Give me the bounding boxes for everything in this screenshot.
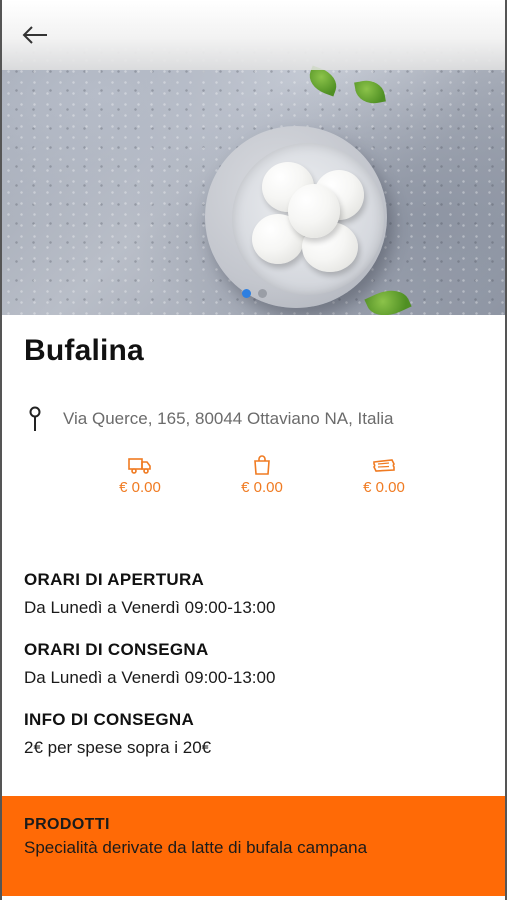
fees-row: € 0.00 € 0.00 € 0.00 [102,455,422,496]
shop-address: Via Querce, 165, 80044 Ottaviano NA, Ita… [63,409,394,428]
ticket-fee: € 0.00 [346,455,422,496]
top-bar [2,0,505,70]
bag-fee: € 0.00 [224,455,300,496]
delivery-info: INFO DI CONSEGNA 2€ per spese sopra i 20… [24,710,484,758]
shop-info: ORARI DI APERTURA Da Lunedì a Venerdì 09… [24,570,484,780]
carousel-dot-active[interactable] [242,289,251,298]
location-pin-icon [29,406,41,431]
products-subtitle: Specialità derivate da latte di bufala c… [24,838,368,857]
delivery-hours-label: ORARI DI CONSEGNA [24,640,209,659]
ticket-icon [373,459,395,472]
bag-fee-value: € 0.00 [241,479,283,496]
ticket-fee-value: € 0.00 [363,479,405,496]
opening-hours: ORARI DI APERTURA Da Lunedì a Venerdì 09… [24,570,484,618]
products-button[interactable]: PRODOTTI Specialità derivate da latte di… [2,796,505,896]
shop-name: Bufalina [24,334,144,367]
carousel-indicator [242,289,267,298]
back-button[interactable] [20,20,52,50]
address-row[interactable]: Via Querce, 165, 80044 Ottaviano NA, Ita… [27,405,393,433]
delivery-fee: € 0.00 [102,455,178,496]
delivery-fee-value: € 0.00 [119,479,161,496]
arrow-left-icon [22,26,47,44]
opening-hours-label: ORARI DI APERTURA [24,570,205,589]
shopping-bag-icon [254,455,270,475]
carousel-dot[interactable] [258,289,267,298]
products-title: PRODOTTI [24,816,110,833]
mozzarella-ball [288,184,340,238]
shop-detail-screen: Bufalina Via Querce, 165, 80044 Ottavian… [0,0,507,900]
delivery-truck-icon [128,458,151,474]
delivery-info-label: INFO DI CONSEGNA [24,710,195,729]
delivery-info-value: 2€ per spese sopra i 20€ [24,738,212,757]
delivery-hours-value: Da Lunedì a Venerdì 09:00-13:00 [24,668,276,687]
delivery-hours: ORARI DI CONSEGNA Da Lunedì a Venerdì 09… [24,640,484,688]
opening-hours-value: Da Lunedì a Venerdì 09:00-13:00 [24,598,276,617]
